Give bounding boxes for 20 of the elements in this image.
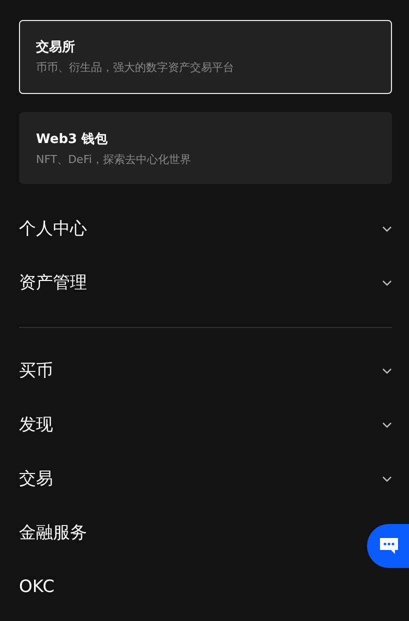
chevron-icon[interactable]: [382, 476, 392, 482]
chevron-icon[interactable]: [382, 280, 392, 286]
menu-item[interactable]: 个人中心: [19, 218, 87, 240]
chevron-icon[interactable]: [382, 422, 392, 428]
card-subtitle: 币币、衍生品，强大的数字资产交易平台: [36, 60, 235, 75]
chevron-icon[interactable]: [382, 226, 392, 232]
chevron-icon[interactable]: [382, 368, 392, 374]
product-card[interactable]: 交易所 币币、衍生品，强大的数字资产交易平台: [19, 20, 392, 94]
card-subtitle: NFT、DeFi，探索去中心化世界: [36, 152, 192, 167]
menu-item[interactable]: 发现: [19, 414, 53, 436]
card-title: Web3 钱包: [36, 131, 109, 148]
menu-item[interactable]: OKC: [19, 576, 54, 598]
card-title: 交易所: [36, 39, 76, 56]
menu-item[interactable]: 买币: [19, 360, 53, 382]
chat-button[interactable]: [367, 524, 409, 568]
menu-item[interactable]: 金融服务: [19, 522, 87, 544]
menu-item[interactable]: 资产管理: [19, 272, 87, 294]
menu-item[interactable]: 交易: [19, 468, 53, 490]
chat-bubble-icon: [379, 537, 399, 555]
product-card[interactable]: Web3 钱包 NFT、DeFi，探索去中心化世界: [19, 112, 392, 184]
